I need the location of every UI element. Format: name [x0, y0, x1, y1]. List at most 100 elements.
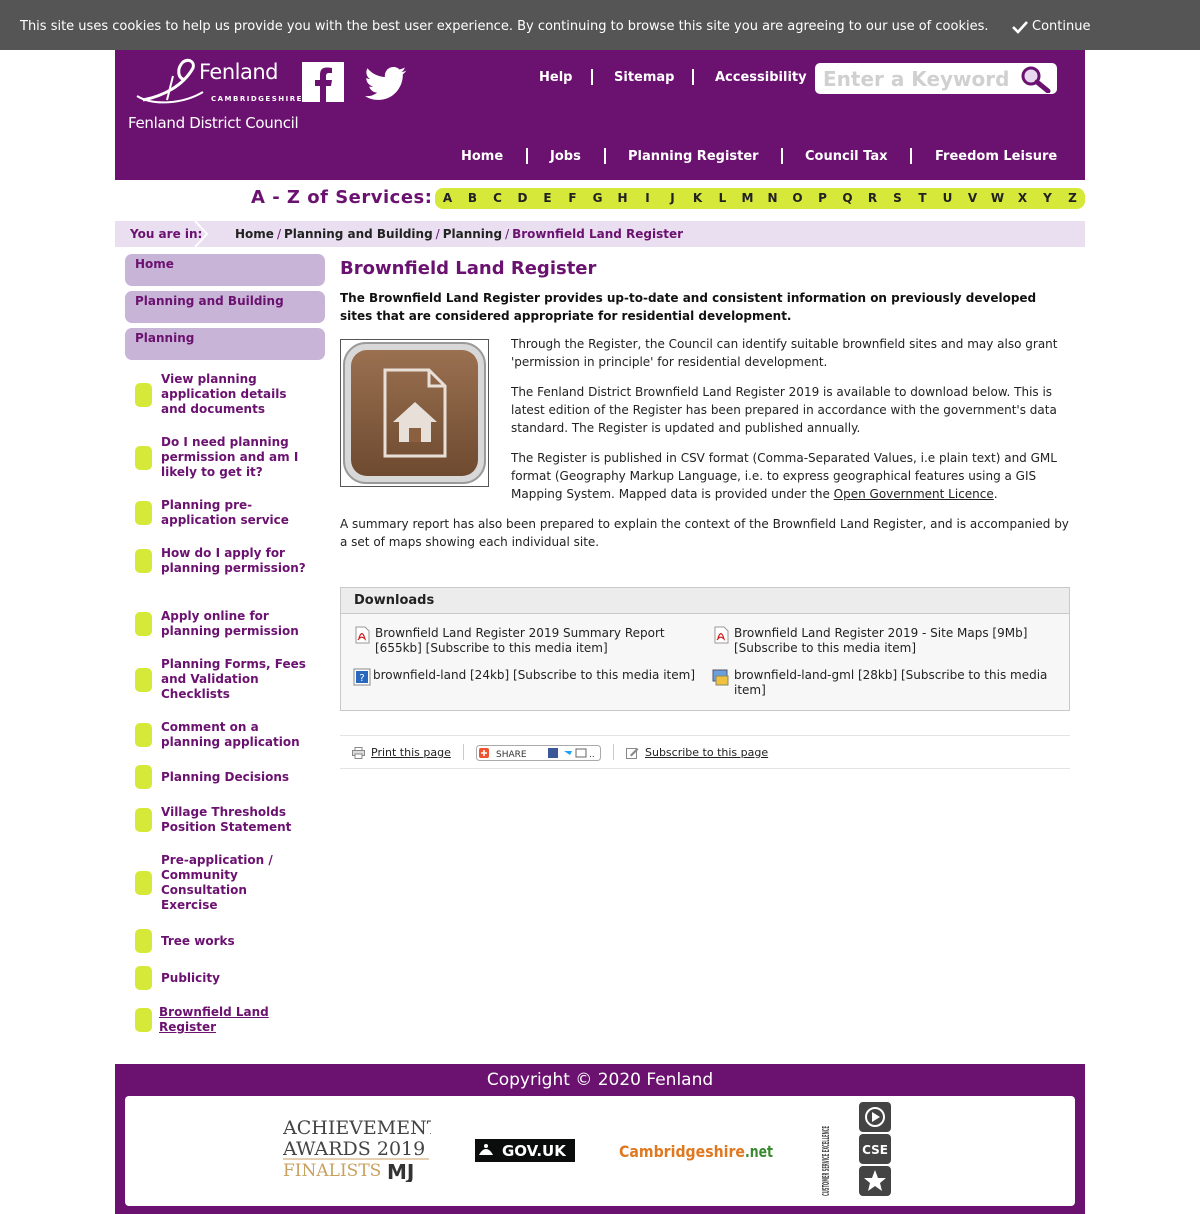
- separator: [604, 148, 606, 164]
- sidebar-subitem[interactable]: Apply online for planning permission: [135, 609, 315, 639]
- breadcrumb-planning-and-building[interactable]: Planning and Building: [284, 227, 433, 241]
- bullet: [135, 1008, 152, 1032]
- govuk-logo[interactable]: GOV.UK: [475, 1139, 575, 1162]
- facebook-icon[interactable]: [302, 62, 344, 102]
- main-content: Brownfield Land Register The Brownfield …: [340, 256, 1070, 549]
- az-letter[interactable]: Z: [1060, 188, 1085, 209]
- az-letter[interactable]: X: [1010, 188, 1035, 209]
- open-government-licence-link[interactable]: Open Government Licence: [834, 487, 994, 501]
- sidebar-item-planning-and-building[interactable]: Planning and Building: [125, 291, 325, 323]
- cambridgeshire-net-logo[interactable]: Cambridgeshire .net: [619, 1139, 775, 1163]
- accessibility-link[interactable]: Accessibility: [715, 70, 807, 85]
- az-letter[interactable]: V: [960, 188, 985, 209]
- az-letter[interactable]: N: [760, 188, 785, 209]
- nav-jobs[interactable]: Jobs: [550, 149, 581, 164]
- cookie-continue-button[interactable]: Continue: [1012, 19, 1090, 34]
- sidebar-subitem-label: View planning application details and do…: [161, 372, 287, 416]
- sidebar-subitem[interactable]: View planning application details and do…: [135, 372, 315, 417]
- sidebar-subitem[interactable]: Planning Forms, Fees and Validation Chec…: [135, 657, 315, 702]
- sidebar-subitem-label: Planning Forms, Fees and Validation Chec…: [161, 657, 306, 701]
- logo-council: Fenland District Council: [128, 114, 299, 132]
- bullet: [135, 382, 152, 407]
- download-item[interactable]: Brownfield Land Register 2019 - Site Map…: [712, 626, 1057, 656]
- az-letter[interactable]: Q: [835, 188, 860, 209]
- bullet: [135, 501, 152, 525]
- az-letter[interactable]: T: [910, 188, 935, 209]
- sidebar-subitem-current[interactable]: Brownfield Land Register: [135, 1005, 315, 1035]
- az-letter[interactable]: U: [935, 188, 960, 209]
- search-input[interactable]: [823, 66, 1008, 91]
- az-letter[interactable]: E: [535, 188, 560, 209]
- svg-text:?: ?: [359, 673, 364, 684]
- help-link[interactable]: Help: [539, 70, 572, 85]
- print-page-link[interactable]: Print this page: [352, 746, 451, 759]
- az-letter[interactable]: S: [885, 188, 910, 209]
- az-letter[interactable]: W: [985, 188, 1010, 209]
- sidebar-subitem-label: Pre-application / Community Consultation…: [161, 853, 273, 912]
- az-letter[interactable]: D: [510, 188, 535, 209]
- breadcrumb-planning[interactable]: Planning: [443, 227, 502, 241]
- house-document-image: [340, 339, 489, 487]
- sidebar-subitem[interactable]: Planning pre-application service: [135, 498, 315, 528]
- az-letter[interactable]: I: [635, 188, 660, 209]
- az-letter[interactable]: O: [785, 188, 810, 209]
- twitter-icon[interactable]: [365, 66, 407, 102]
- az-letter[interactable]: J: [660, 188, 685, 209]
- az-letter[interactable]: F: [560, 188, 585, 209]
- download-item[interactable]: brownfield-land-gml [28kb] [Subscribe to…: [712, 668, 1057, 698]
- subscribe-page-link[interactable]: Subscribe to this page: [626, 746, 768, 759]
- breadcrumb-home[interactable]: Home: [235, 227, 274, 241]
- pdf-icon: [355, 626, 370, 644]
- awards-mj: MJ: [387, 1160, 414, 1182]
- sidebar-subitem[interactable]: Village Thresholds Position Statement: [135, 805, 315, 835]
- sidebar-subitem[interactable]: Tree works: [135, 929, 315, 953]
- breadcrumb-current: Brownfield Land Register: [512, 227, 684, 241]
- fenland-logo[interactable]: Fenland CAMBRIDGESHIRE Fenland District …: [127, 56, 301, 134]
- search-icon[interactable]: [1017, 65, 1053, 93]
- az-letter[interactable]: K: [685, 188, 710, 209]
- customer-service-excellence-logo[interactable]: CUSTOMER SERVICE EXCELLENCE CSE: [815, 1100, 901, 1200]
- sidebar-item-home[interactable]: Home: [125, 254, 325, 286]
- az-letter[interactable]: C: [485, 188, 510, 209]
- az-letter[interactable]: A: [435, 188, 460, 209]
- bullet: [135, 929, 152, 953]
- bullet: [135, 808, 152, 832]
- sidebar-subitem[interactable]: Publicity: [135, 966, 315, 990]
- sidebar-subitem[interactable]: Pre-application / Community Consultation…: [135, 853, 315, 913]
- sidebar-subitem-label: Village Thresholds Position Statement: [161, 805, 292, 834]
- nav-freedom-leisure[interactable]: Freedom Leisure: [935, 149, 1057, 164]
- sidebar-subitem[interactable]: Comment on a planning application: [135, 720, 315, 750]
- bullet: [135, 871, 152, 895]
- az-letter[interactable]: H: [610, 188, 635, 209]
- sidebar-item-planning[interactable]: Planning: [125, 328, 325, 360]
- download-item[interactable]: Brownfield Land Register 2019 Summary Re…: [353, 626, 693, 656]
- awards-line2: AWARDS 2019: [283, 1138, 425, 1160]
- download-item[interactable]: ? brownfield-land [24kb] [Subscribe to t…: [353, 668, 703, 686]
- az-letter[interactable]: M: [735, 188, 760, 209]
- pdf-icon: [714, 626, 729, 644]
- logo-county: CAMBRIDGESHIRE: [211, 95, 303, 103]
- sidebar-subitem[interactable]: Do I need planning permission and am I l…: [135, 435, 315, 480]
- nav-home[interactable]: Home: [461, 149, 503, 164]
- az-label: A - Z of Services:: [251, 187, 433, 208]
- az-letter[interactable]: R: [860, 188, 885, 209]
- unknown-file-icon: ?: [353, 668, 371, 686]
- nav-planning-register[interactable]: Planning Register: [628, 149, 759, 164]
- bullet: [135, 667, 152, 692]
- nav-council-tax[interactable]: Council Tax: [805, 149, 887, 164]
- breadcrumb-label: You are in:: [130, 227, 203, 241]
- footer-logos: ACHIEVEMENT AWARDS 2019 FINALISTS MJ GOV…: [125, 1096, 1075, 1206]
- sidebar-subitem[interactable]: Planning Decisions: [135, 765, 315, 789]
- az-letter[interactable]: L: [710, 188, 735, 209]
- achievement-awards-logo[interactable]: ACHIEVEMENT AWARDS 2019 FINALISTS MJ: [283, 1116, 431, 1182]
- az-letter[interactable]: Y: [1035, 188, 1060, 209]
- az-letter[interactable]: G: [585, 188, 610, 209]
- awards-line1: ACHIEVEMENT: [283, 1117, 431, 1139]
- download-label: brownfield-land [24kb] [Subscribe to thi…: [373, 668, 696, 682]
- az-letter[interactable]: P: [810, 188, 835, 209]
- sitemap-link[interactable]: Sitemap: [614, 70, 674, 85]
- share-button[interactable]: SHARE ..: [476, 745, 601, 761]
- sidebar-subitem-label: Planning Decisions: [161, 769, 290, 784]
- sidebar-subitem[interactable]: How do I apply for planning permission?: [135, 546, 315, 576]
- az-letter[interactable]: B: [460, 188, 485, 209]
